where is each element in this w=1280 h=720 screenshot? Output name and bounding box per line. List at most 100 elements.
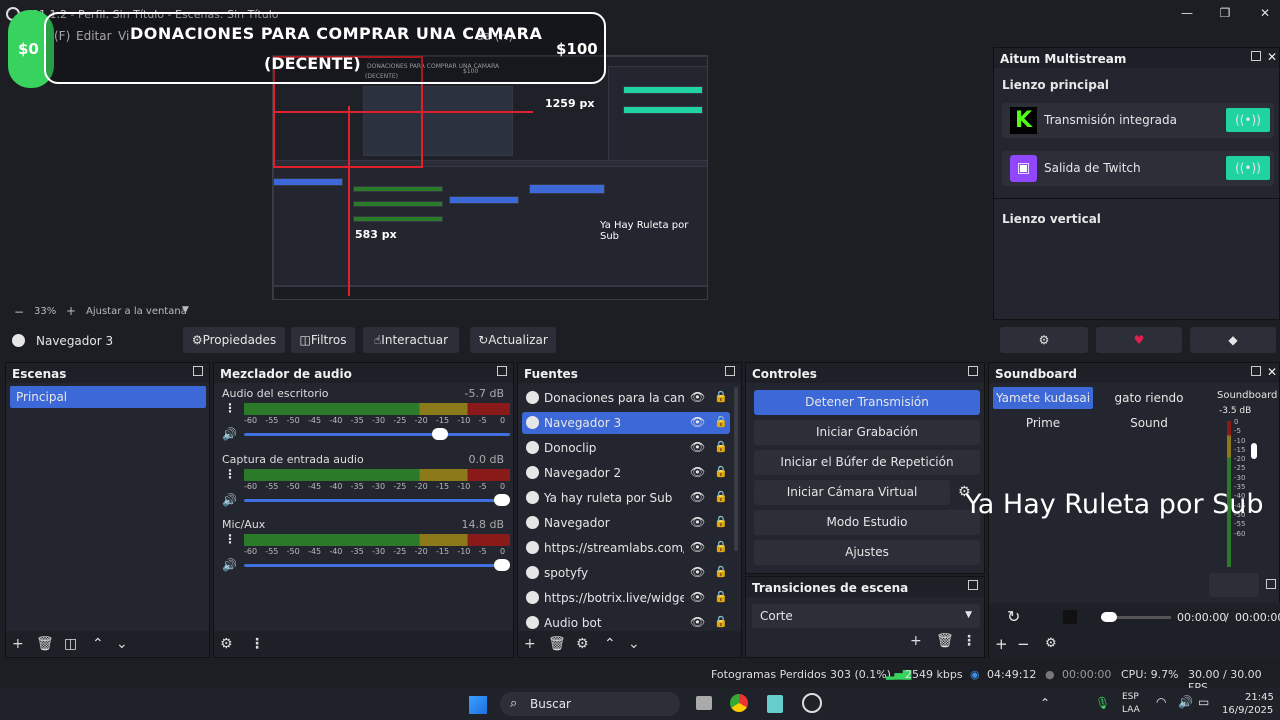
battery-icon[interactable]: ▭: [1198, 695, 1209, 709]
volume-slider[interactable]: [244, 559, 510, 571]
trash-icon[interactable]: 🗑: [36, 636, 54, 652]
visibility-eye-icon[interactable]: 👁: [690, 615, 705, 629]
lock-icon[interactable]: 🔒: [714, 565, 728, 578]
notepad-icon[interactable]: [767, 695, 783, 713]
sound-button-gato[interactable]: gato riendo: [1099, 387, 1199, 409]
popout-icon[interactable]: [725, 366, 735, 376]
mini-input[interactable]: [1209, 573, 1259, 597]
source-item[interactable]: Donaciones para la camara 👁 🔒: [522, 387, 730, 409]
obs-taskbar-icon[interactable]: [802, 693, 822, 713]
close-window-icon[interactable]: ✕: [1250, 6, 1280, 24]
popout-icon[interactable]: [1251, 366, 1261, 376]
move-up-icon[interactable]: ⌃: [92, 636, 104, 652]
language-2[interactable]: LAA: [1122, 705, 1140, 715]
move-down-icon[interactable]: ⌄: [628, 636, 640, 652]
source-item[interactable]: Navegador 2 👁 🔒: [522, 462, 730, 484]
visibility-eye-icon[interactable]: 👁: [690, 515, 705, 529]
live-toggle-button[interactable]: ((•)): [1226, 156, 1270, 180]
add-icon[interactable]: +: [995, 635, 1008, 653]
clock-time[interactable]: 21:45: [1245, 692, 1274, 703]
interact-button[interactable]: ☝Interactuar: [363, 327, 459, 353]
lock-icon[interactable]: 🔒: [714, 615, 728, 628]
source-item[interactable]: https://botrix.live/widgets/e 👁 🔒: [522, 587, 730, 609]
transition-select[interactable]: Corte ▼: [752, 604, 980, 628]
volume-knob[interactable]: [494, 494, 510, 506]
chevron-down-icon[interactable]: ▼: [182, 305, 189, 315]
language-1[interactable]: ESP: [1122, 692, 1139, 702]
close-icon[interactable]: ✕: [1267, 50, 1277, 64]
volume-icon[interactable]: 🔊: [222, 427, 237, 441]
popout-icon[interactable]: [497, 366, 507, 376]
channel-options-icon[interactable]: ⋮: [224, 467, 236, 481]
wifi-icon[interactable]: ◠: [1156, 695, 1166, 709]
source-item[interactable]: Navegador 👁 🔒: [522, 512, 730, 534]
studio-mode-button[interactable]: Modo Estudio: [754, 510, 980, 535]
volume-icon[interactable]: 🔊: [222, 493, 237, 507]
channel-options-icon[interactable]: ⋮: [224, 532, 236, 546]
volume-slider[interactable]: [244, 428, 510, 440]
lock-icon[interactable]: 🔒: [714, 490, 728, 503]
source-item[interactable]: Ya hay ruleta por Sub 👁 🔒: [522, 487, 730, 509]
popout-icon[interactable]: [1251, 51, 1261, 61]
maximize-icon[interactable]: ❐: [1210, 6, 1240, 24]
lock-icon[interactable]: 🔒: [714, 440, 728, 453]
lock-icon[interactable]: 🔒: [714, 590, 728, 603]
add-icon[interactable]: +: [910, 633, 922, 649]
chrome-icon[interactable]: [730, 694, 748, 712]
remove-icon[interactable]: −: [1017, 635, 1030, 653]
settings-button[interactable]: Ajustes: [754, 540, 980, 565]
visibility-eye-icon[interactable]: 👁: [690, 390, 705, 404]
gear-icon[interactable]: ⚙: [1045, 636, 1057, 651]
visibility-eye-icon[interactable]: 👁: [690, 490, 705, 504]
move-up-icon[interactable]: ⌃: [604, 636, 616, 652]
filter-icon[interactable]: ◫: [64, 636, 77, 652]
visibility-eye-icon[interactable]: 👁: [690, 590, 705, 604]
source-item[interactable]: Donoclip 👁 🔒: [522, 437, 730, 459]
close-icon[interactable]: ✕: [1267, 365, 1277, 379]
volume-icon[interactable]: 🔊: [222, 558, 237, 572]
sources-scrollbar[interactable]: [734, 387, 738, 551]
more-options-icon[interactable]: ⋮: [250, 636, 264, 652]
stop-stream-button[interactable]: Detener Transmisión: [754, 390, 980, 415]
visibility-eye-icon[interactable]: 👁: [690, 440, 705, 454]
windows-start-icon[interactable]: [469, 696, 487, 714]
popout-icon[interactable]: [193, 366, 203, 376]
heart-button[interactable]: ♥: [1096, 327, 1182, 353]
lock-icon[interactable]: 🔒: [714, 415, 728, 428]
lock-icon[interactable]: 🔒: [714, 540, 728, 553]
trash-icon[interactable]: 🗑: [936, 633, 954, 649]
channel-options-icon[interactable]: ⋮: [224, 401, 236, 415]
volume-slider[interactable]: [244, 494, 510, 506]
fit-window-label[interactable]: Ajustar a la ventana: [86, 306, 187, 317]
popout-icon[interactable]: [968, 366, 978, 376]
start-recording-button[interactable]: Iniciar Grabación: [754, 420, 980, 445]
gear-icon[interactable]: ⚙: [576, 636, 589, 652]
refresh-button[interactable]: ↻Actualizar: [470, 327, 556, 353]
visibility-eye-icon[interactable]: 👁: [690, 540, 705, 554]
checkbox[interactable]: [1266, 579, 1276, 589]
add-icon[interactable]: +: [524, 636, 536, 652]
multistream-settings-button[interactable]: ⚙: [1000, 327, 1088, 353]
minimize-icon[interactable]: —: [1172, 6, 1202, 24]
replay-icon[interactable]: ↻: [1007, 607, 1020, 626]
clock-date[interactable]: 16/9/2025: [1222, 705, 1273, 716]
live-toggle-button[interactable]: ((•)): [1226, 108, 1270, 132]
preview-canvas[interactable]: DONACIONES PARA COMPRAR UNA CAMARA (DECE…: [272, 55, 708, 300]
source-item[interactable]: https://streamlabs.com/ale 👁 🔒: [522, 537, 730, 559]
zoom-out-icon[interactable]: −: [14, 305, 24, 319]
taskbar-search[interactable]: ⌕ Buscar: [500, 692, 680, 716]
stop-icon[interactable]: [1063, 610, 1077, 624]
discord-button[interactable]: ◆: [1190, 327, 1276, 353]
show-hidden-icon[interactable]: ⌃: [1040, 696, 1050, 710]
volume-knob[interactable]: [431, 428, 448, 440]
zoom-in-icon[interactable]: +: [66, 304, 76, 318]
visibility-eye-icon[interactable]: 👁: [690, 565, 705, 579]
start-replay-buffer-button[interactable]: Iniciar el Búfer de Repetición: [754, 450, 980, 475]
filters-button[interactable]: ◫Filtros: [291, 327, 355, 353]
volume-icon[interactable]: 🔊: [1178, 695, 1193, 709]
move-down-icon[interactable]: ⌄: [116, 636, 128, 652]
start-virtual-camera-button[interactable]: Iniciar Cámara Virtual: [754, 480, 950, 505]
add-icon[interactable]: +: [12, 636, 24, 652]
sound-button-prime[interactable]: Prime: [993, 412, 1093, 434]
lock-icon[interactable]: 🔒: [714, 515, 728, 528]
